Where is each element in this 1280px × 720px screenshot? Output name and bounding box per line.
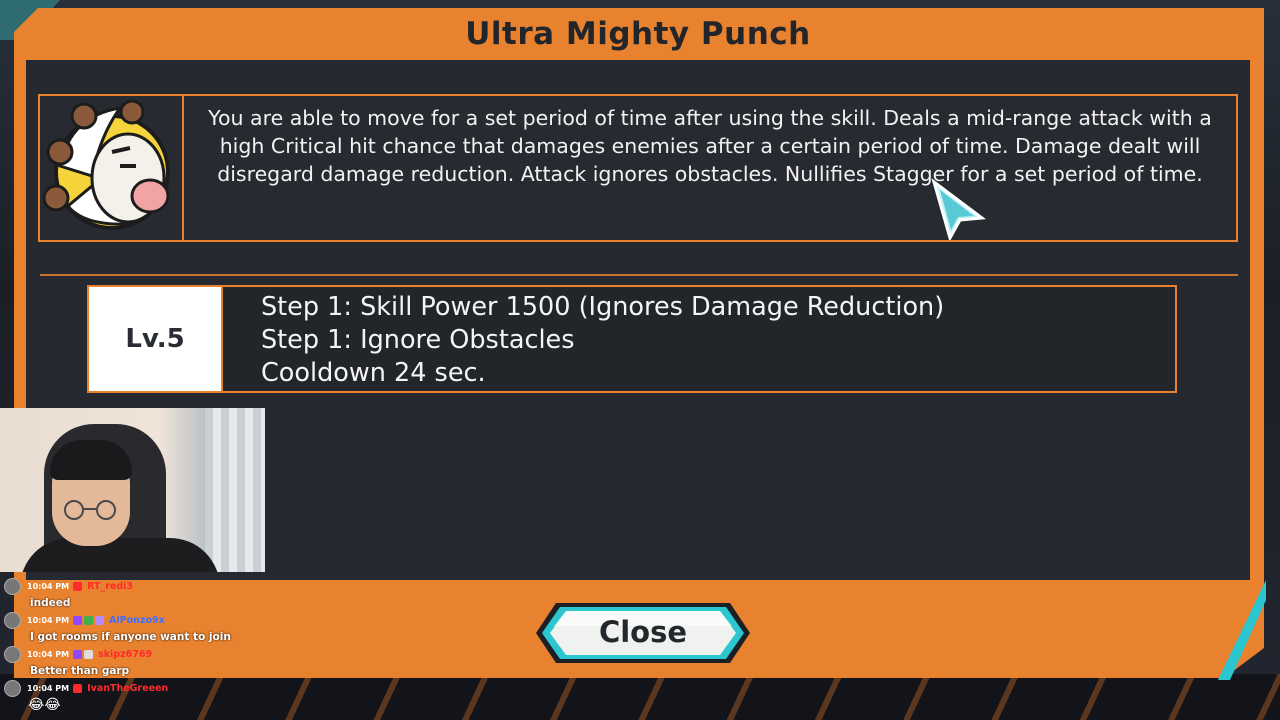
stream-chat: 10:04 PM RT_redi3 indeed 10:04 PM AlPonz… bbox=[4, 578, 244, 714]
level-effects: Step 1: Skill Power 1500 (Ignores Damage… bbox=[261, 291, 944, 390]
avatar bbox=[4, 612, 21, 629]
avatar bbox=[4, 578, 21, 595]
chat-message-text: 😂😂 bbox=[28, 697, 61, 713]
chat-timestamp: 10:04 PM bbox=[27, 616, 70, 625]
chat-message-text: indeed bbox=[30, 597, 71, 609]
level-effect-line: Step 1: Skill Power 1500 (Ignores Damage… bbox=[261, 292, 945, 322]
webcam-curtain bbox=[205, 408, 265, 572]
chat-message-text: I got rooms if anyone want to join bbox=[30, 631, 231, 643]
webcam-shirt bbox=[20, 538, 220, 572]
skill-level-box: Lv.5 Step 1: Skill Power 1500 (Ignores D… bbox=[87, 285, 1177, 393]
skill-icon bbox=[40, 96, 184, 240]
streamer-webcam bbox=[0, 408, 265, 572]
twitch-icon bbox=[73, 616, 83, 625]
pointer-cursor-icon bbox=[931, 178, 986, 240]
chat-message-meta: 10:04 PM IvanTheGreeen bbox=[4, 680, 244, 697]
chat-username: RT_redi3 bbox=[87, 581, 133, 592]
avatar bbox=[4, 680, 21, 697]
chat-message-meta: 10:04 PM skipz6769 bbox=[4, 646, 244, 663]
level-effect-line: Step 1: Ignore Obstacles bbox=[261, 325, 575, 355]
youtube-icon bbox=[73, 684, 83, 693]
badge-icon bbox=[95, 616, 105, 625]
section-divider bbox=[40, 274, 1238, 276]
chat-username: AlPonzo9x bbox=[109, 615, 165, 626]
avatar bbox=[4, 646, 21, 663]
level-effect-line: Cooldown 24 sec. bbox=[261, 358, 486, 388]
dialog-title-bar: Ultra Mighty Punch bbox=[18, 8, 1258, 60]
twitch-icon bbox=[73, 650, 83, 659]
close-button[interactable]: Close bbox=[534, 600, 752, 666]
chat-timestamp: 10:04 PM bbox=[27, 582, 70, 591]
skill-description: You are able to move for a set period of… bbox=[208, 106, 1212, 186]
chat-username: IvanTheGreeen bbox=[87, 683, 169, 694]
webcam-hair bbox=[50, 440, 132, 480]
close-button-label: Close bbox=[598, 615, 688, 649]
chat-message-meta: 10:04 PM RT_redi3 bbox=[4, 578, 244, 595]
chat-timestamp: 10:04 PM bbox=[27, 684, 70, 693]
chat-message-meta: 10:04 PM AlPonzo9x bbox=[4, 612, 244, 629]
dialog-title: Ultra Mighty Punch bbox=[465, 16, 811, 52]
youtube-icon bbox=[73, 582, 83, 591]
level-tag-label: Lv.5 bbox=[125, 324, 185, 354]
chat-timestamp: 10:04 PM bbox=[27, 650, 70, 659]
badge-icon bbox=[84, 616, 94, 625]
skill-description-box: You are able to move for a set period of… bbox=[38, 94, 1238, 242]
chat-message-text: Better than garp bbox=[30, 665, 130, 677]
badge-icon bbox=[84, 650, 94, 659]
webcam-glasses bbox=[64, 500, 116, 520]
level-tag: Lv.5 bbox=[89, 287, 223, 391]
chat-username: skipz6769 bbox=[98, 649, 153, 660]
